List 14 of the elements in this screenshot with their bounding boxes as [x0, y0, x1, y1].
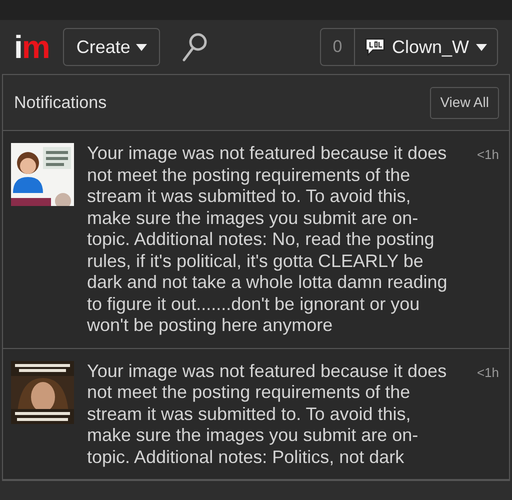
panel-title: Notifications: [14, 92, 107, 114]
speech-bubble-icon: [364, 38, 385, 56]
user-menu-button[interactable]: Clown_W: [354, 29, 497, 65]
notification-count[interactable]: 0: [320, 29, 355, 65]
view-all-button[interactable]: View All: [430, 86, 499, 118]
notification-message: Your image was not featured because it does not meet the posting requirements of the stream it was submitted to. To avoid this, make sure the images you submit are on-topic. Additional notes: No, read the posting rules, if it's political, it's gotta CLEARLY be dark and not take a whole lotta damn reading to figure it out.......don't be ignorant or you won't be posting here anymore: [87, 143, 448, 336]
timestamp: <1h: [476, 146, 499, 164]
create-button[interactable]: Create: [63, 28, 160, 66]
timestamp: <1h: [476, 364, 499, 382]
notification-message: Your image was not featured because it does not meet the posting requirements of the stream it was submitted to. To avoid this, make sure the images you submit are on-topic. Additional notes: Politics, not dark: [87, 360, 448, 468]
caret-icon: [476, 44, 487, 50]
caret-icon: [136, 44, 148, 50]
logo[interactable]: im: [14, 31, 50, 63]
search-icon[interactable]: [182, 32, 208, 62]
